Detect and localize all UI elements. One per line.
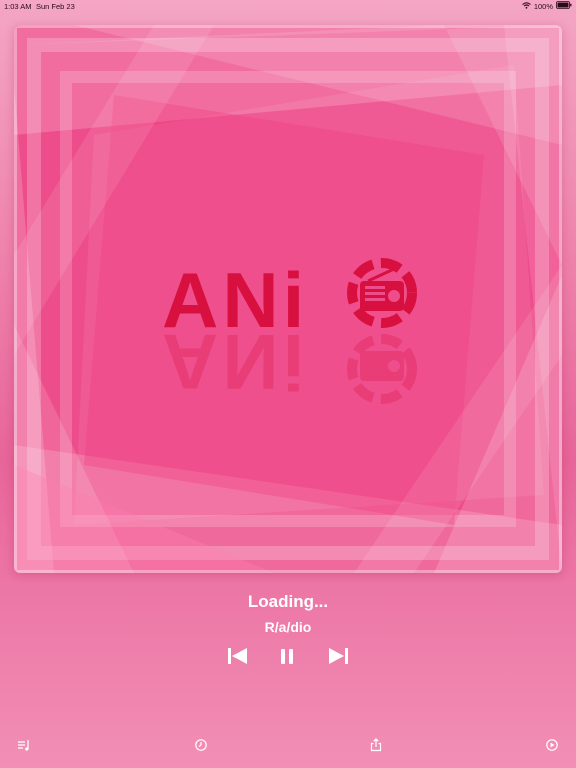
album-artwork: ANi ANi [14, 25, 562, 573]
status-right: 100% [521, 1, 572, 11]
logo-reflection: ANi [162, 318, 308, 406]
share-icon [370, 738, 382, 752]
status-date: Sun Feb 23 [36, 2, 75, 11]
track-artist: R/a/dio [264, 619, 312, 635]
wifi-icon [521, 1, 531, 11]
sleep-timer-button[interactable] [194, 738, 208, 752]
track-title: Loading... [247, 592, 329, 611]
airplay-icon [546, 739, 558, 751]
pause-button[interactable] [279, 645, 295, 667]
previous-track-icon [228, 648, 247, 664]
share-button[interactable] [369, 738, 383, 752]
bottom-toolbar [0, 738, 576, 754]
queue-icon [18, 740, 29, 751]
previous-track-button[interactable] [227, 645, 248, 667]
status-bar: 1:03 AM Sun Feb 23 100% [0, 0, 576, 14]
status-time: 1:03 AM [4, 2, 32, 11]
battery-icon [556, 1, 572, 11]
sleep-timer-icon [195, 739, 207, 751]
next-track-icon [329, 648, 348, 664]
airplay-button[interactable] [545, 738, 559, 752]
queue-button[interactable] [17, 738, 31, 752]
next-track-button[interactable] [328, 645, 349, 667]
battery-percent: 100% [533, 1, 553, 11]
playback-controls [0, 645, 576, 667]
pause-icon [281, 649, 293, 664]
